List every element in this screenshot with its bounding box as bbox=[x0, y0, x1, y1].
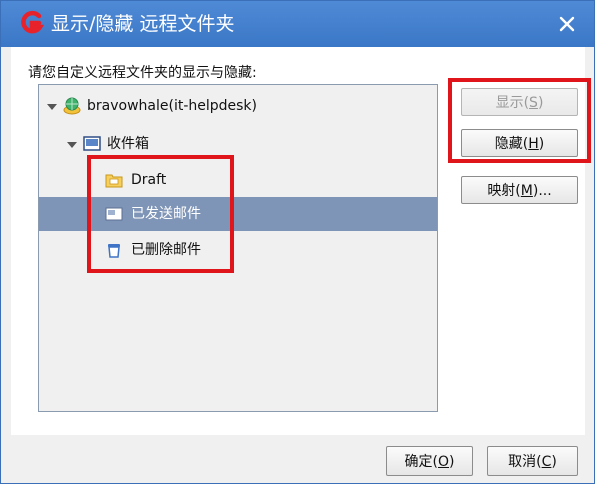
tree-node-draft-label: Draft bbox=[131, 172, 167, 188]
show-button-close: ) bbox=[537, 95, 544, 111]
close-icon bbox=[559, 16, 575, 32]
title-bar[interactable]: 显示/隐藏 远程文件夹 bbox=[1, 1, 594, 47]
trash-icon bbox=[108, 244, 120, 258]
inbox-icon bbox=[83, 136, 101, 151]
close-button[interactable] bbox=[556, 13, 578, 35]
hide-button[interactable]: 隐藏(H) bbox=[461, 129, 578, 157]
expand-arrow-icon[interactable] bbox=[67, 140, 77, 150]
show-button[interactable]: 显示(S) bbox=[461, 88, 578, 116]
map-button[interactable]: 映射(M)... bbox=[461, 176, 578, 204]
tree-node-draft[interactable]: Draft bbox=[39, 163, 437, 197]
window-title: 显示/隐藏 远程文件夹 bbox=[51, 13, 235, 35]
cancel-button-accel: C bbox=[541, 454, 552, 470]
ok-button-accel: O bbox=[437, 454, 450, 470]
ok-button[interactable]: 确定(O) bbox=[386, 446, 473, 476]
map-button-label: 映射( bbox=[487, 183, 521, 199]
show-button-label: 显示( bbox=[495, 95, 530, 111]
g-app-logo-icon bbox=[21, 10, 45, 34]
hide-button-label: 隐藏( bbox=[494, 136, 529, 152]
cancel-button[interactable]: 取消(C) bbox=[487, 446, 578, 476]
cancel-button-close: ) bbox=[551, 454, 557, 470]
draft-folder-icon bbox=[105, 174, 123, 188]
instruction-label: 请您自定义远程文件夹的显示与隐藏: bbox=[28, 65, 257, 81]
ok-button-label: 确定( bbox=[404, 454, 438, 470]
tree-node-sent[interactable]: 已发送邮件 bbox=[39, 197, 437, 231]
tree-node-account[interactable]: bravowhale(it-helpdesk) bbox=[39, 89, 437, 123]
tree-node-deleted-label: 已删除邮件 bbox=[131, 242, 201, 258]
account-globe-icon bbox=[63, 97, 81, 115]
map-button-close: )... bbox=[532, 183, 552, 199]
tree-node-inbox[interactable]: 收件箱 bbox=[39, 127, 437, 161]
show-button-accel: S bbox=[529, 95, 538, 111]
map-button-accel: M bbox=[520, 183, 533, 199]
folder-tree[interactable]: bravowhale(it-helpdesk) 收件箱 Draft 已发送邮件 bbox=[38, 84, 438, 412]
sent-mail-icon bbox=[105, 207, 123, 221]
tree-node-inbox-label: 收件箱 bbox=[107, 136, 149, 152]
cancel-button-label: 取消( bbox=[508, 454, 542, 470]
tree-node-account-label: bravowhale(it-helpdesk) bbox=[87, 98, 257, 114]
expand-arrow-icon[interactable] bbox=[47, 102, 57, 112]
ok-button-close: ) bbox=[449, 454, 455, 470]
tree-node-deleted[interactable]: 已删除邮件 bbox=[39, 233, 437, 267]
hide-button-accel: H bbox=[528, 136, 539, 152]
tree-node-sent-label: 已发送邮件 bbox=[131, 206, 201, 222]
hide-button-close: ) bbox=[538, 136, 545, 152]
